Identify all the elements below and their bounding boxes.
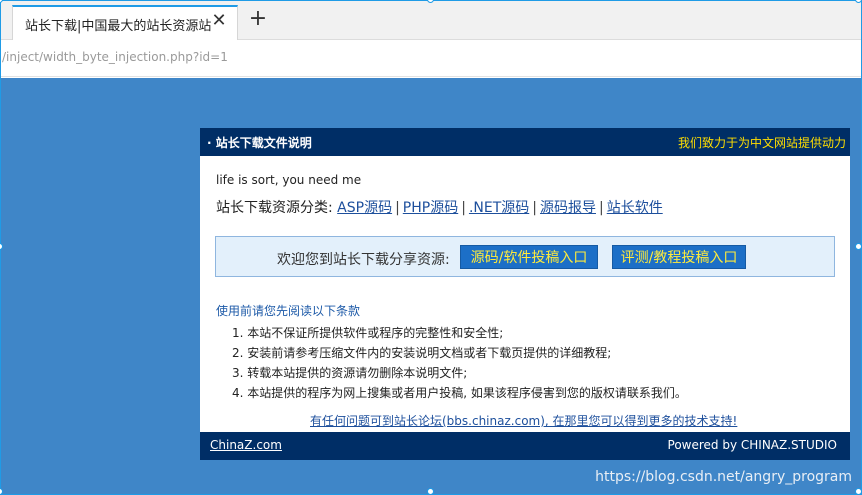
intro-text: life is sort, you need me <box>216 173 362 187</box>
notice-title: 使用前请您先阅读以下条款 <box>216 304 361 318</box>
category-row: 站长下载资源分类: ASP源码 | PHP源码 | .NET源码 | 源码报导 | 站长软件 <box>216 197 663 217</box>
category-link-software[interactable]: 站长软件 <box>607 200 663 216</box>
tab-bar: 站长下载|中国最大的站长资源站 ✕ + <box>0 0 862 40</box>
url-text[interactable]: /inject/width_byte_injection.php?id=1 <box>2 50 228 64</box>
dialog-body: life is sort, you need me 站长下载资源分类: ASP源… <box>200 156 850 432</box>
separator: | <box>532 200 537 216</box>
powered-by-text: Powered by CHINAZ.STUDIO <box>667 438 837 452</box>
chinaz-link[interactable]: ChinaZ.com <box>210 438 282 452</box>
category-label: 站长下载资源分类: <box>216 200 333 216</box>
category-link-news[interactable]: 源码报导 <box>540 200 596 216</box>
new-tab-icon[interactable]: + <box>246 6 270 32</box>
rule-item: 4. 本站提供的程序为网上搜集或者用户投稿, 如果该程序侵害到您的版权请联系我们… <box>232 386 687 400</box>
category-link-net[interactable]: .NET源码 <box>469 200 529 216</box>
category-link-php[interactable]: PHP源码 <box>403 200 458 216</box>
rules-list: 1. 本站不保证所提供软件或程序的完整性和安全性; 2. 安装前请参考压缩文件内… <box>232 323 687 403</box>
page-viewport: · 站长下载文件说明 我们致力于为中文网站提供动力 life is sort, … <box>0 78 862 495</box>
resize-handle[interactable] <box>855 488 862 495</box>
download-notice-dialog: · 站长下载文件说明 我们致力于为中文网站提供动力 life is sort, … <box>200 128 850 460</box>
tab-title: 站长下载|中国最大的站长资源站 <box>25 19 212 34</box>
dialog-footer: ChinaZ.com Powered by CHINAZ.STUDIO <box>200 432 850 460</box>
forum-link[interactable]: 有任何问题可到站长论坛(bbs.chinaz.com), 在那里您可以得到更多的… <box>310 412 737 429</box>
dialog-title: · 站长下载文件说明 <box>207 136 312 150</box>
share-panel: 欢迎您到站长下载分享资源: 源码/软件投稿入口 评测/教程投稿入口 <box>215 236 835 277</box>
separator: | <box>395 200 400 216</box>
dialog-slogan: 我们致力于为中文网站提供动力 <box>677 136 846 150</box>
review-submit-button[interactable]: 评测/教程投稿入口 <box>612 245 746 269</box>
share-text: 欢迎您到站长下载分享资源: <box>277 252 450 268</box>
resize-handle[interactable] <box>427 488 434 495</box>
separator: | <box>461 200 466 216</box>
category-link-asp[interactable]: ASP源码 <box>337 200 392 216</box>
resize-handle[interactable] <box>855 243 862 250</box>
source-submit-button[interactable]: 源码/软件投稿入口 <box>460 245 598 269</box>
watermark: https://blog.csdn.net/angry_program <box>595 469 852 485</box>
separator: | <box>598 200 604 216</box>
dialog-header: · 站长下载文件说明 我们致力于为中文网站提供动力 <box>200 128 850 156</box>
address-bar[interactable]: /inject/width_byte_injection.php?id=1 <box>0 41 862 77</box>
rule-item: 2. 安装前请参考压缩文件内的安装说明文档或者下载页提供的详细教程; <box>232 346 612 360</box>
rule-item: 1. 本站不保证所提供软件或程序的完整性和安全性; <box>232 326 504 340</box>
browser-tab[interactable]: 站长下载|中国最大的站长资源站 ✕ <box>12 5 238 40</box>
close-icon[interactable]: ✕ <box>209 10 229 32</box>
rule-item: 3. 转载本站提供的资源请勿删除本说明文件; <box>232 366 468 380</box>
